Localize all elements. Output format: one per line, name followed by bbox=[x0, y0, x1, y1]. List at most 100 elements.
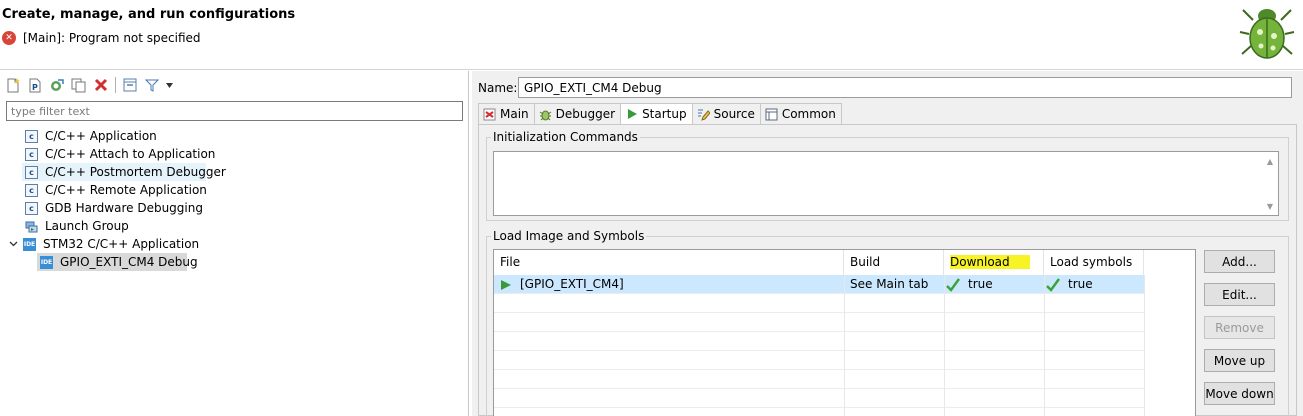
ide-icon: IDE bbox=[23, 237, 36, 251]
error-message: [Main]: Program not specified bbox=[23, 31, 201, 45]
main-tab-icon bbox=[483, 108, 496, 121]
table-row-empty bbox=[494, 313, 1144, 332]
tree-item-cpp-attach[interactable]: c C/C++ Attach to Application bbox=[0, 145, 468, 163]
column-divider bbox=[1144, 275, 1145, 416]
name-label: Name: bbox=[478, 81, 518, 95]
ide-icon: IDE bbox=[40, 255, 53, 269]
tab-startup[interactable]: Startup bbox=[621, 103, 693, 125]
error-message-row: ✕ [Main]: Program not specified bbox=[2, 31, 201, 45]
tab-label: Startup bbox=[642, 107, 687, 121]
tab-main[interactable]: Main bbox=[478, 103, 535, 125]
tree-item-stm32-application[interactable]: IDE STM32 C/C++ Application bbox=[0, 235, 468, 253]
dialog-title: Create, manage, and run configurations bbox=[2, 7, 296, 22]
table-row-empty bbox=[494, 294, 1144, 313]
bug-icon bbox=[1239, 9, 1295, 59]
c-launch-icon: c bbox=[25, 129, 38, 143]
column-header-download[interactable]: Download bbox=[944, 250, 1044, 275]
column-divider bbox=[844, 275, 845, 416]
tree-item-label: GDB Hardware Debugging bbox=[45, 201, 203, 215]
export-icon[interactable] bbox=[48, 77, 65, 94]
tab-common[interactable]: Common bbox=[760, 103, 842, 125]
load-image-table: File Build Download Load symbols [GPIO_E… bbox=[493, 249, 1196, 416]
tree-item-cpp-remote[interactable]: c C/C++ Remote Application bbox=[0, 181, 468, 199]
table-row-empty bbox=[494, 351, 1144, 370]
move-up-button[interactable]: Move up bbox=[1204, 349, 1275, 372]
tree-item-label: C/C++ Application bbox=[45, 129, 157, 143]
file-cell: [GPIO_EXTI_CM4] bbox=[500, 275, 624, 294]
debugger-tab-icon bbox=[539, 108, 552, 121]
init-commands-label: Initialization Commands bbox=[491, 130, 640, 144]
table-row-empty bbox=[494, 370, 1144, 389]
tree-item-gdb-hardware[interactable]: c GDB Hardware Debugging bbox=[0, 199, 468, 217]
tree-item-label: GPIO_EXTI_CM4 Debug bbox=[60, 255, 198, 269]
column-header-load-symbols[interactable]: Load symbols bbox=[1044, 250, 1144, 275]
filter-input[interactable] bbox=[6, 101, 463, 121]
duplicate-icon[interactable] bbox=[70, 77, 87, 94]
tree-item-cpp-application[interactable]: c C/C++ Application bbox=[0, 127, 468, 145]
edit-button[interactable]: Edit... bbox=[1204, 283, 1275, 306]
tree-item-label: C/C++ Remote Application bbox=[45, 183, 207, 197]
c-launch-icon: c bbox=[25, 147, 38, 161]
dialog-header: Create, manage, and run configurations ✕… bbox=[0, 0, 1303, 70]
tab-label: Debugger bbox=[555, 107, 616, 121]
move-down-button[interactable]: Move down bbox=[1204, 382, 1275, 405]
delete-icon[interactable] bbox=[92, 77, 109, 94]
run-icon bbox=[501, 279, 511, 290]
init-commands-group: Initialization Commands ▲ ▼ bbox=[486, 130, 1289, 221]
build-cell: See Main tab bbox=[850, 277, 929, 291]
tree-item-cpp-postmortem[interactable]: c C/C++ Postmortem Debugger bbox=[22, 163, 226, 181]
dropdown-arrow-icon[interactable] bbox=[165, 77, 173, 94]
tab-source[interactable]: Source bbox=[692, 103, 761, 125]
c-launch-icon: c bbox=[25, 165, 38, 179]
tree-item-launch-group[interactable]: Launch Group bbox=[0, 217, 468, 235]
new-config-icon[interactable] bbox=[4, 77, 21, 94]
startup-tab-content: Initialization Commands ▲ ▼ Load Image an… bbox=[478, 124, 1297, 416]
add-button[interactable]: Add... bbox=[1204, 250, 1275, 273]
config-editor-panel: Name: Main Debugger Startup Source bbox=[472, 71, 1303, 416]
scroll-up-icon[interactable]: ▲ bbox=[1267, 157, 1273, 166]
column-divider bbox=[1044, 275, 1045, 416]
config-tree: c C/C++ Application c C/C++ Attach to Ap… bbox=[0, 127, 468, 271]
column-header-build[interactable]: Build bbox=[844, 250, 944, 275]
table-row-empty bbox=[494, 332, 1144, 351]
download-highlight: Download bbox=[950, 255, 1030, 269]
common-tab-icon bbox=[765, 108, 778, 121]
tree-item-label: C/C++ Postmortem Debugger bbox=[45, 165, 226, 179]
collapse-all-icon[interactable] bbox=[121, 77, 138, 94]
tab-label: Main bbox=[500, 107, 529, 121]
column-header-file[interactable]: File bbox=[494, 250, 844, 275]
tree-item-gpio-exti-debug[interactable]: IDE GPIO_EXTI_CM4 Debug bbox=[37, 253, 198, 271]
tree-item-label: Launch Group bbox=[45, 219, 129, 233]
tab-label: Common bbox=[781, 107, 836, 121]
error-icon: ✕ bbox=[2, 31, 16, 45]
source-tab-icon bbox=[697, 108, 710, 121]
download-value: true bbox=[968, 277, 993, 291]
tab-debugger[interactable]: Debugger bbox=[534, 103, 622, 125]
c-launch-icon: c bbox=[25, 201, 38, 215]
filter-icon[interactable] bbox=[143, 77, 160, 94]
c-launch-icon: c bbox=[25, 183, 38, 197]
chevron-down-icon[interactable] bbox=[8, 239, 18, 249]
table-row[interactable]: [GPIO_EXTI_CM4] See Main tab true true bbox=[494, 275, 1144, 294]
scroll-down-icon[interactable]: ▼ bbox=[1267, 202, 1273, 211]
config-toolbar: P bbox=[4, 75, 178, 95]
init-commands-textarea[interactable]: ▲ ▼ bbox=[493, 151, 1279, 216]
svg-text:P: P bbox=[32, 83, 38, 92]
new-prototype-icon[interactable]: P bbox=[26, 77, 43, 94]
column-divider bbox=[944, 275, 945, 416]
config-list-panel: P c C/C++ Application c C/C++ Attach t bbox=[0, 71, 469, 416]
table-row-empty bbox=[494, 389, 1144, 408]
config-tabs: Main Debugger Startup Source Common bbox=[478, 103, 842, 125]
tree-item-label: STM32 C/C++ Application bbox=[43, 237, 200, 251]
name-input[interactable] bbox=[518, 77, 1292, 98]
load-symbols-cell[interactable]: true bbox=[1046, 275, 1093, 294]
download-cell[interactable]: true bbox=[946, 275, 993, 294]
toolbar-separator bbox=[115, 77, 116, 93]
file-value: [GPIO_EXTI_CM4] bbox=[520, 277, 624, 291]
checkmark-icon bbox=[1046, 277, 1060, 292]
tree-item-label: C/C++ Attach to Application bbox=[45, 147, 216, 161]
load-symbols-value: true bbox=[1068, 277, 1093, 291]
remove-button[interactable]: Remove bbox=[1204, 316, 1275, 339]
load-image-group: Load Image and Symbols File Build Downlo… bbox=[486, 229, 1289, 416]
startup-tab-icon bbox=[625, 108, 638, 121]
